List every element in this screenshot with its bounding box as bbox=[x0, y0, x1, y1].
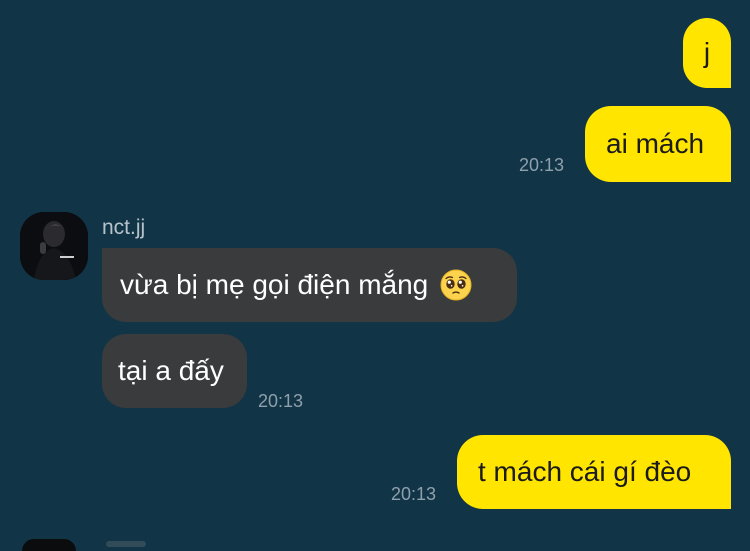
message-text: t mách cái gí đèo bbox=[478, 456, 692, 487]
incoming-message-bubble[interactable]: tại a đấy bbox=[102, 334, 247, 408]
sender-name[interactable]: nct.jj bbox=[102, 216, 145, 240]
avatar[interactable] bbox=[22, 539, 76, 551]
pleading-face-icon bbox=[440, 269, 472, 301]
sender-name bbox=[106, 541, 146, 547]
message-timestamp: 20:13 bbox=[519, 155, 565, 175]
message-text: j bbox=[703, 37, 711, 68]
outgoing-message-bubble[interactable]: ai mách bbox=[585, 106, 731, 182]
message-text: vừa bị mẹ gọi điện mắng bbox=[120, 269, 429, 300]
message-text: tại a đấy bbox=[118, 355, 224, 386]
chat-thread: j 20:13 ai mách nct.jj vừa bị mẹ gọi điệ… bbox=[0, 0, 750, 551]
message-timestamp: 20:13 bbox=[258, 391, 304, 411]
outgoing-message-bubble[interactable]: t mách cái gí đèo bbox=[457, 435, 731, 509]
outgoing-message-bubble[interactable]: j bbox=[683, 18, 731, 88]
avatar-photo bbox=[20, 212, 88, 280]
avatar[interactable] bbox=[20, 212, 88, 280]
message-timestamp: 20:13 bbox=[391, 484, 437, 504]
message-text: ai mách bbox=[606, 128, 705, 159]
incoming-message-bubble[interactable]: vừa bị mẹ gọi điện mắng bbox=[102, 248, 517, 322]
